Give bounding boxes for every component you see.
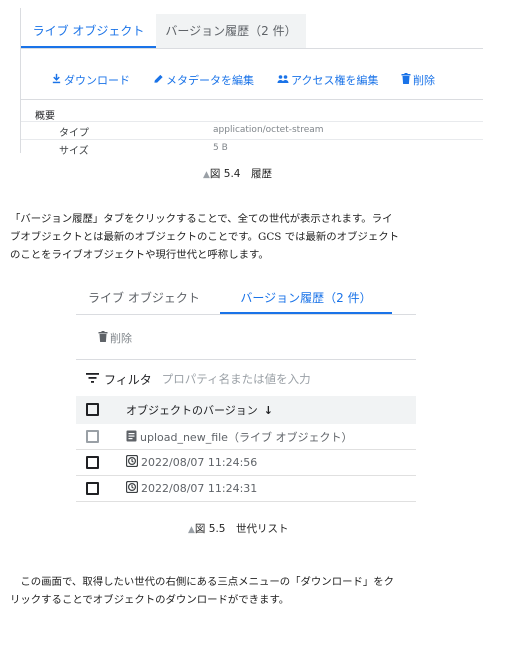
row-checkbox[interactable] (86, 456, 99, 469)
version-cell: upload_new_file（ライブ オブジェクト） (126, 429, 352, 445)
paragraph-line: リックすることでオブジェクトのダウンロードができます。 (10, 594, 290, 606)
table-row[interactable]: 2022/08/07 11:24:56 (76, 450, 416, 476)
figure-5-5-caption: ▲図 5.5 世代リスト (188, 521, 288, 536)
table-row[interactable]: upload_new_file（ライブ オブジェクト） (76, 424, 416, 450)
file-icon (126, 430, 140, 445)
caption-text: 図 5.4 履歴 (209, 168, 272, 180)
trash-icon (98, 331, 110, 345)
paragraph-line: 「バージョン履歴」タブをクリックすることで、全ての世代が表示されます。ライ (10, 213, 393, 225)
toolbar-divider (76, 359, 416, 360)
body-paragraph: 「バージョン履歴」タブをクリックすることで、全ての世代が表示されます。ライ ブオ… (10, 210, 490, 264)
row-divider (21, 121, 483, 122)
version-label: 2022/08/07 11:24:31 (141, 482, 258, 495)
filter-label: フィルタ (104, 372, 152, 387)
figure-5-4: ライブ オブジェクト バージョン履歴（2 件） ダウンロード メタデータを編集 … (20, 8, 483, 157)
table-header: オブジェクトのバージョン ↓ (76, 396, 416, 424)
column-header-label: オブジェクトのバージョン (126, 404, 258, 417)
edit-metadata-label: メタデータを編集 (166, 74, 254, 87)
version-label: upload_new_file（ライブ オブジェクト） (140, 431, 353, 444)
tab-live-object[interactable]: ライブ オブジェクト (21, 14, 156, 48)
object-tabs: ライブ オブジェクト バージョン履歴（2 件） (21, 14, 311, 48)
body-paragraph: この画面で、取得したい世代の右側にある三点メニューの「ダウンロード」をク リック… (10, 573, 490, 609)
edit-access-label: アクセス権を編集 (291, 74, 379, 87)
filter-bar[interactable]: フィルタ プロパティ名または値を入力 (86, 369, 311, 389)
paragraph-line: この画面で、取得したい世代の右側にある三点メニューの「ダウンロード」をク (10, 576, 395, 588)
size-value: 5 B (213, 143, 228, 153)
delete-label: 削除 (413, 74, 435, 87)
download-label: ダウンロード (64, 74, 130, 87)
figure-5-4-caption: ▲図 5.4 履歴 (203, 166, 272, 181)
version-column-header[interactable]: オブジェクトのバージョン ↓ (126, 402, 273, 418)
tab-divider (76, 314, 416, 315)
sort-arrow-icon: ↓ (263, 403, 273, 417)
size-key: サイズ (59, 146, 89, 157)
table-row[interactable]: 2022/08/07 11:24:31 (76, 476, 416, 502)
paragraph-line: ブオブジェクトとは最新のオブジェクトのことです。GCS では最新のオブジェクト (10, 231, 399, 243)
history-icon (125, 480, 141, 496)
select-all-checkbox[interactable] (86, 403, 99, 416)
section-divider (21, 99, 483, 100)
caption-marker: ▲ (188, 525, 195, 535)
download-icon (51, 73, 64, 87)
tab-divider (21, 48, 483, 49)
edit-metadata-button[interactable]: メタデータを編集 (153, 72, 254, 88)
version-cell: 2022/08/07 11:24:31 (125, 480, 258, 496)
figure-5-5: ライブ オブジェクト バージョン履歴（2 件） 削除 フィルタ プロパティ名また… (76, 288, 416, 508)
pencil-icon (153, 73, 166, 87)
row-checkbox[interactable] (86, 482, 99, 495)
tab-version-history[interactable]: バージョン履歴（2 件） (156, 14, 306, 48)
version-label: 2022/08/07 11:24:56 (141, 456, 258, 469)
summary-heading: 概要 (35, 111, 55, 122)
delete-button[interactable]: 削除 (98, 330, 132, 346)
row-checkbox[interactable] (86, 430, 99, 443)
delete-label: 削除 (110, 332, 132, 345)
delete-button[interactable]: 削除 (401, 72, 435, 88)
type-key: タイプ (59, 128, 89, 139)
paragraph-line: のことをライブオブジェクトや現行世代と呼称します。 (10, 249, 269, 261)
tab-version-history[interactable]: バージョン履歴（2 件） (220, 288, 392, 314)
type-value: application/octet-stream (213, 125, 324, 135)
download-button[interactable]: ダウンロード (51, 72, 130, 88)
caption-text: 図 5.5 世代リスト (194, 523, 289, 535)
edit-access-button[interactable]: アクセス権を編集 (277, 72, 378, 88)
history-icon (125, 454, 141, 470)
row-divider (21, 139, 483, 140)
caption-marker: ▲ (203, 170, 210, 180)
filter-input[interactable]: プロパティ名または値を入力 (162, 371, 311, 387)
filter-icon (86, 372, 99, 386)
version-cell: 2022/08/07 11:24:56 (125, 454, 258, 470)
people-icon (277, 74, 291, 87)
trash-icon (401, 73, 413, 87)
tab-live-object[interactable]: ライブ オブジェクト (88, 288, 200, 314)
